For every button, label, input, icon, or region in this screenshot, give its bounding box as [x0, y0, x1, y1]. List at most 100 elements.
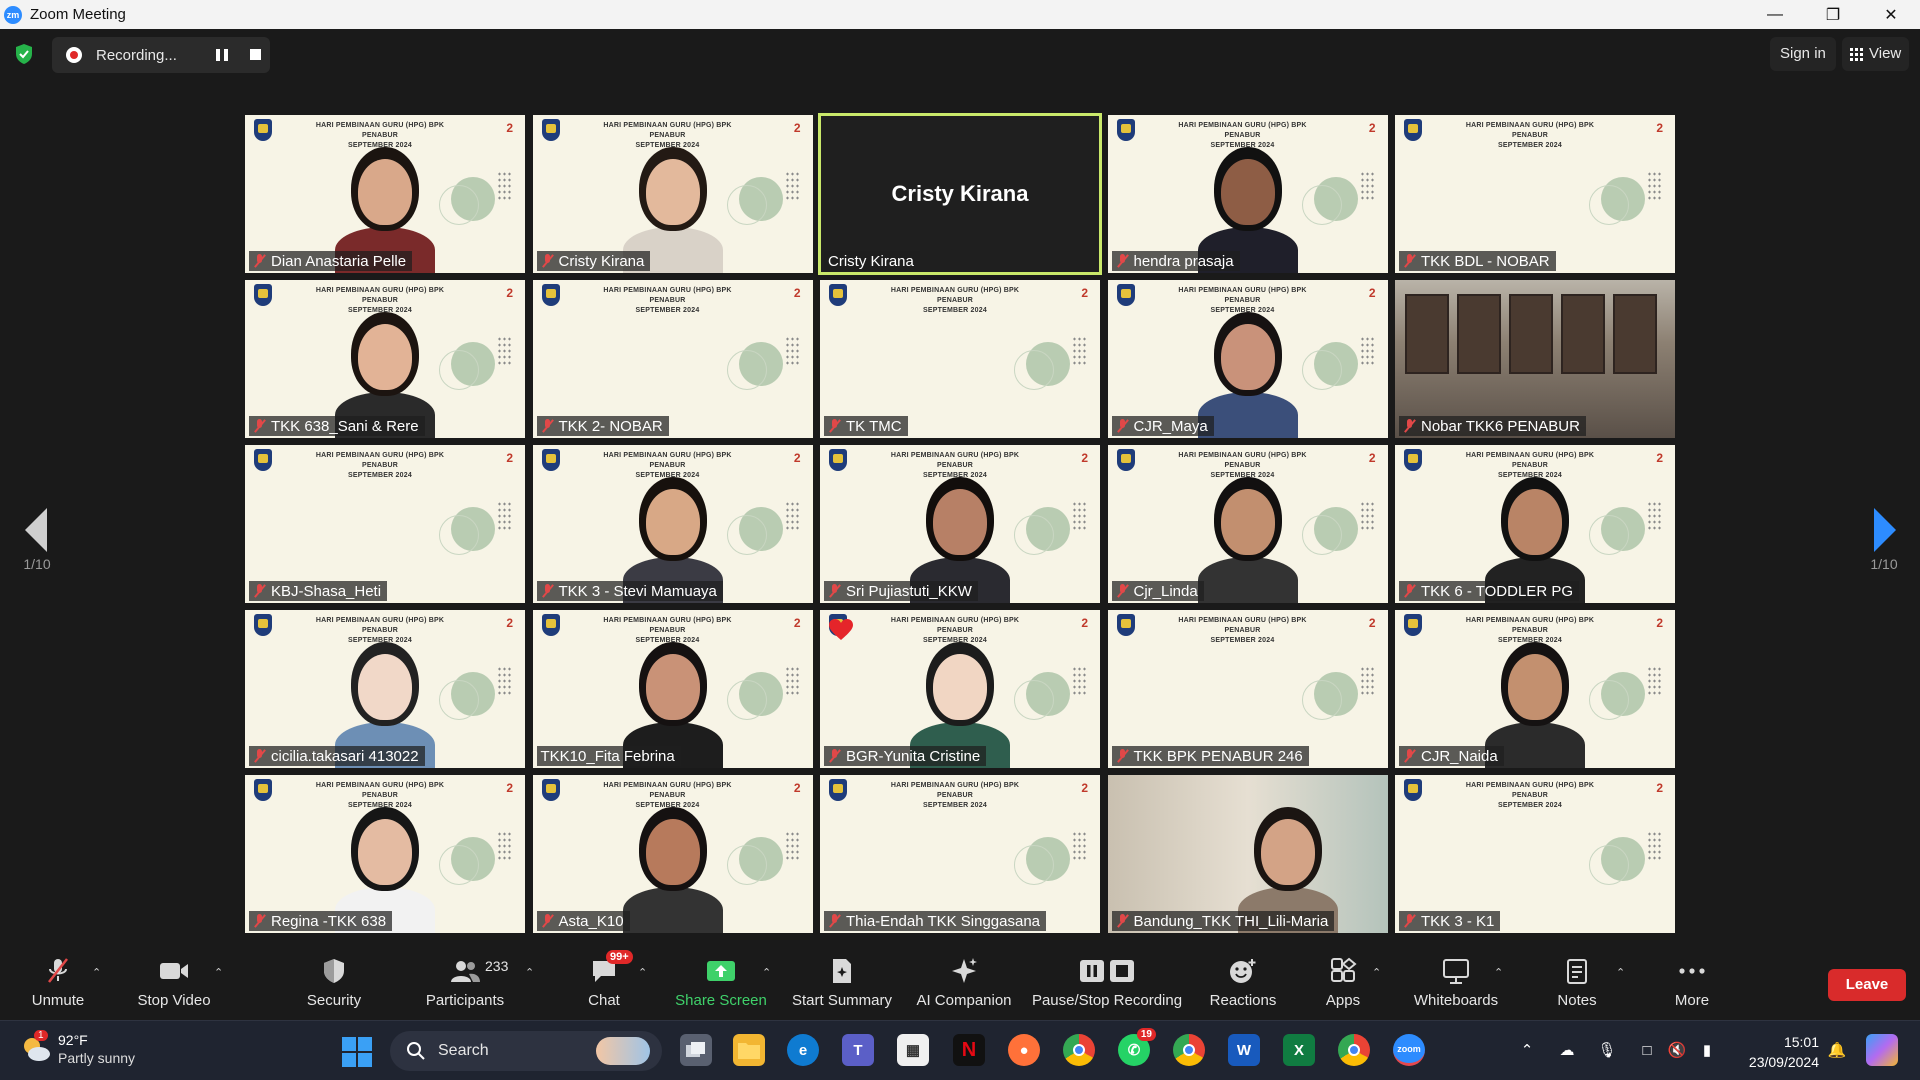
file-explorer-icon[interactable]: [733, 1034, 765, 1066]
excel-icon[interactable]: X: [1283, 1034, 1315, 1066]
pause-stop-recording-button[interactable]: Pause/Stop Recording: [1032, 956, 1182, 1014]
participant-tile[interactable]: Nobar TKK6 PENABUR: [1395, 280, 1675, 438]
next-page-icon[interactable]: [1866, 500, 1906, 560]
participant-tile[interactable]: HARI PEMBINAAN GURU (HPG) BPK PENABUR SEP…: [532, 775, 813, 933]
slide-title-line: HARI PEMBINAAN GURU (HPG) BPK PENABUR: [1465, 122, 1595, 139]
stop-video-button[interactable]: Stop Video: [134, 956, 214, 1014]
participant-tile[interactable]: HARI PEMBINAAN GURU (HPG) BPK PENABUR SEP…: [820, 280, 1100, 438]
participant-name-tag: hendra prasaja: [1111, 251, 1240, 271]
minimize-button[interactable]: —: [1746, 0, 1804, 29]
participant-tile[interactable]: HARI PEMBINAAN GURU (HPG) BPK PENABUR SEP…: [820, 610, 1100, 768]
participant-tile[interactable]: HARI PEMBINAAN GURU (HPG) BPK PENABUR SEP…: [1395, 115, 1675, 273]
copilot-icon[interactable]: [1866, 1034, 1898, 1066]
reactions-button[interactable]: Reactions: [1208, 956, 1278, 1014]
windows-start-icon[interactable]: [342, 1037, 372, 1067]
volume-muted-icon[interactable]: 🔇: [1666, 1039, 1688, 1061]
chrome-second-icon[interactable]: [1338, 1034, 1370, 1066]
edge-browser-icon[interactable]: e: [787, 1034, 819, 1066]
apps-button[interactable]: Apps: [1322, 956, 1364, 1014]
video-options-caret[interactable]: ⌃: [214, 966, 226, 979]
participant-tile[interactable]: HARI PEMBINAAN GURU (HPG) BPK PENABUR SEP…: [1395, 610, 1675, 768]
chat-options-caret[interactable]: ⌃: [638, 966, 650, 979]
slide-title-line: HARI PEMBINAAN GURU (HPG) BPK PENABUR: [315, 452, 445, 469]
battery-icon[interactable]: ▮: [1696, 1039, 1718, 1061]
notes-button[interactable]: Notes: [1554, 956, 1600, 1014]
participant-tile[interactable]: HARI PEMBINAAN GURU (HPG) BPK PENABUR SEP…: [820, 445, 1100, 603]
zoom-taskbar-icon[interactable]: zoom: [1393, 1034, 1425, 1066]
security-button[interactable]: Security: [302, 956, 366, 1014]
netflix-icon[interactable]: N: [953, 1034, 985, 1066]
muted-microphone-icon: [541, 584, 554, 598]
participant-tile[interactable]: HARI PEMBINAAN GURU (HPG) BPK PENABUR SEP…: [245, 610, 525, 768]
word-icon[interactable]: W: [1228, 1034, 1260, 1066]
participants-options-caret[interactable]: ⌃: [525, 966, 537, 979]
share-options-caret[interactable]: ⌃: [762, 966, 774, 979]
participant-tile[interactable]: HARI PEMBINAAN GURU (HPG) BPK PENABUR SEP…: [532, 280, 813, 438]
unmute-button[interactable]: Unmute: [28, 956, 88, 1014]
participant-tile[interactable]: HARI PEMBINAAN GURU (HPG) BPK PENABUR SEP…: [245, 280, 525, 438]
more-button[interactable]: More: [1672, 956, 1712, 1014]
whiteboards-button[interactable]: Whiteboards: [1410, 956, 1502, 1014]
participant-tile[interactable]: HARI PEMBINAAN GURU (HPG) BPK PENABUR SEP…: [245, 115, 525, 273]
chrome-profile-icon[interactable]: [1173, 1034, 1205, 1066]
start-summary-button[interactable]: Start Summary: [790, 956, 894, 1014]
chat-button[interactable]: 99+ Chat: [584, 950, 633, 1014]
participant-tile[interactable]: HARI PEMBINAAN GURU (HPG) BPK PENABUR SEP…: [1395, 775, 1675, 933]
participant-tile[interactable]: Cristy Kirana Cristy Kirana: [818, 113, 1102, 275]
participant-tile[interactable]: Bandung_TKK THI_Lili-Maria: [1107, 775, 1388, 933]
stop-recording-icon[interactable]: [250, 49, 261, 60]
leave-button[interactable]: Leave: [1828, 969, 1906, 1001]
slide-decoration: [726, 350, 767, 390]
participant-tile[interactable]: HARI PEMBINAAN GURU (HPG) BPK PENABUR SEP…: [245, 775, 525, 933]
participant-tile[interactable]: HARI PEMBINAAN GURU (HPG) BPK PENABUR SEP…: [1107, 280, 1388, 438]
participant-tile[interactable]: HARI PEMBINAAN GURU (HPG) BPK PENABUR SEP…: [532, 115, 813, 273]
notification-bell-icon[interactable]: 🔔: [1826, 1039, 1848, 1061]
network-icon[interactable]: □: [1636, 1039, 1658, 1061]
record-dot-icon: [66, 47, 82, 63]
shield-check-icon[interactable]: [14, 43, 34, 65]
ai-sparkle-icon: [948, 956, 980, 986]
microphone-tray-icon[interactable]: 🎙: [1596, 1039, 1618, 1061]
participant-name-tag: TK TMC: [824, 416, 908, 436]
slide-title-line: HARI PEMBINAAN GURU (HPG) BPK PENABUR: [603, 287, 732, 304]
participant-tile[interactable]: HARI PEMBINAAN GURU (HPG) BPK PENABUR SEP…: [1107, 115, 1388, 273]
system-clock[interactable]: 15:01 23/09/2024: [1733, 1032, 1819, 1072]
restore-button[interactable]: ❐: [1804, 0, 1862, 29]
whatsapp-icon[interactable]: ✆ 19: [1118, 1028, 1156, 1066]
notes-options-caret[interactable]: ⌃: [1616, 966, 1628, 979]
previous-page-icon[interactable]: [15, 500, 55, 560]
participant-tile[interactable]: HARI PEMBINAAN GURU (HPG) BPK PENABUR SEP…: [1107, 445, 1388, 603]
security-label: Security: [306, 992, 362, 1009]
share-screen-label: Share Screen: [675, 992, 767, 1009]
onedrive-icon[interactable]: ☁: [1556, 1039, 1578, 1061]
pause-recording-icon[interactable]: [216, 49, 228, 61]
slide-decoration: [497, 831, 513, 861]
view-button[interactable]: View: [1842, 37, 1910, 71]
ai-companion-button[interactable]: AI Companion: [914, 956, 1014, 1014]
muted-microphone-icon: [1116, 749, 1129, 763]
participant-tile[interactable]: HARI PEMBINAAN GURU (HPG) BPK PENABUR SEP…: [245, 445, 525, 603]
apps-options-caret[interactable]: ⌃: [1372, 966, 1384, 979]
participant-tile[interactable]: HARI PEMBINAAN GURU (HPG) BPK PENABUR SEP…: [1395, 445, 1675, 603]
school-crest-icon: [254, 779, 272, 801]
participant-tile[interactable]: HARI PEMBINAAN GURU (HPG) BPK PENABUR SEP…: [532, 610, 813, 768]
microsoft-store-icon[interactable]: ▦: [897, 1034, 929, 1066]
taskbar-search-box[interactable]: Search: [390, 1031, 662, 1071]
participant-tile[interactable]: HARI PEMBINAAN GURU (HPG) BPK PENABUR SEP…: [820, 775, 1100, 933]
participant-tile[interactable]: HARI PEMBINAAN GURU (HPG) BPK PENABUR SEP…: [1107, 610, 1388, 768]
weather-widget[interactable]: 1 92°F Partly sunny: [20, 1030, 135, 1067]
participants-button[interactable]: 233 Participants: [422, 956, 509, 1014]
teams-icon[interactable]: T: [842, 1034, 874, 1066]
whiteboards-options-caret[interactable]: ⌃: [1494, 966, 1506, 979]
zoom-app-icon: zm: [4, 5, 22, 24]
task-view-icon[interactable]: [680, 1034, 712, 1066]
firefox-icon[interactable]: ●: [1008, 1034, 1040, 1066]
close-button[interactable]: ✕: [1862, 0, 1920, 29]
share-screen-button[interactable]: Share Screen: [674, 956, 768, 1014]
slide-decoration: [1301, 350, 1342, 390]
participant-tile[interactable]: HARI PEMBINAAN GURU (HPG) BPK PENABUR SEP…: [532, 445, 813, 603]
audio-options-caret[interactable]: ⌃: [92, 966, 104, 979]
show-hidden-icons-icon[interactable]: ⌃: [1516, 1039, 1538, 1061]
chrome-icon[interactable]: [1063, 1034, 1095, 1066]
sign-in-button[interactable]: Sign in: [1770, 37, 1836, 71]
